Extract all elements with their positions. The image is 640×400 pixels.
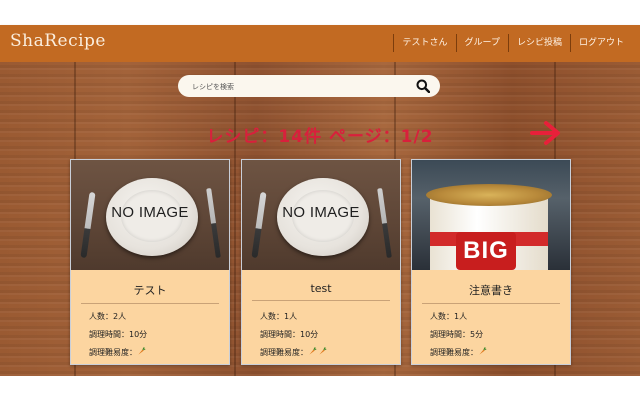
difficulty-label: 調理難易度： — [260, 348, 308, 357]
recipe-servings: 人数：2人 — [89, 312, 127, 321]
recipe-difficulty: 調理難易度： — [89, 347, 147, 358]
difficulty-label: 調理難易度： — [430, 348, 478, 357]
recipe-card[interactable]: BIG 注意書き 人数：1人 調理時間：5分 調理難易度： — [411, 159, 571, 365]
recipe-time: 調理時間：10分 — [260, 330, 319, 339]
recipe-title: テスト — [81, 282, 219, 304]
recipe-thumbnail: BIG — [412, 160, 570, 270]
nav-item-user[interactable]: テストさん — [393, 34, 455, 52]
recipe-title: 注意書き — [422, 282, 560, 304]
recipe-thumbnail: NO IMAGE — [242, 160, 400, 270]
search-input[interactable] — [190, 79, 394, 95]
nav-item-logout[interactable]: ログアウト — [569, 34, 632, 52]
no-image-label: NO IMAGE — [282, 204, 360, 221]
arrow-right-icon[interactable] — [530, 120, 562, 146]
recipe-servings: 人数：1人 — [260, 312, 298, 321]
carrot-icon — [478, 347, 487, 356]
recipe-card[interactable]: NO IMAGE test 人数：1人 調理時間：10分 調理難易度： — [241, 159, 401, 365]
no-image-label: NO IMAGE — [111, 204, 189, 221]
search-icon[interactable] — [416, 79, 430, 93]
difficulty-rating — [137, 347, 147, 358]
cup-brand-label: BIG — [456, 232, 516, 270]
header-bar: ShaRecipe テストさん グループ レシピ投稿 ログアウト — [0, 25, 640, 62]
recipe-card[interactable]: NO IMAGE テスト 人数：2人 調理時間：10分 調理難易度： — [70, 159, 230, 365]
recipe-servings: 人数：1人 — [430, 312, 468, 321]
difficulty-rating — [478, 347, 488, 358]
recipe-title: test — [252, 282, 390, 301]
carrot-icon — [308, 347, 317, 356]
nav-item-post-recipe[interactable]: レシピ投稿 — [507, 34, 570, 52]
carrot-icon — [318, 347, 327, 356]
recipe-difficulty: 調理難易度： — [260, 347, 328, 358]
recipe-thumbnail: NO IMAGE — [71, 160, 229, 270]
brand-logo[interactable]: ShaRecipe — [10, 31, 106, 51]
nav-menu: テストさん グループ レシピ投稿 ログアウト — [393, 34, 632, 52]
recipe-time: 調理時間：10分 — [89, 330, 148, 339]
recipe-time: 調理時間：5分 — [430, 330, 484, 339]
search-bar — [178, 75, 440, 97]
difficulty-rating — [308, 347, 328, 358]
recipe-difficulty: 調理難易度： — [430, 347, 488, 358]
nav-item-groups[interactable]: グループ — [455, 34, 508, 52]
difficulty-label: 調理難易度： — [89, 348, 137, 357]
carrot-icon — [137, 347, 146, 356]
